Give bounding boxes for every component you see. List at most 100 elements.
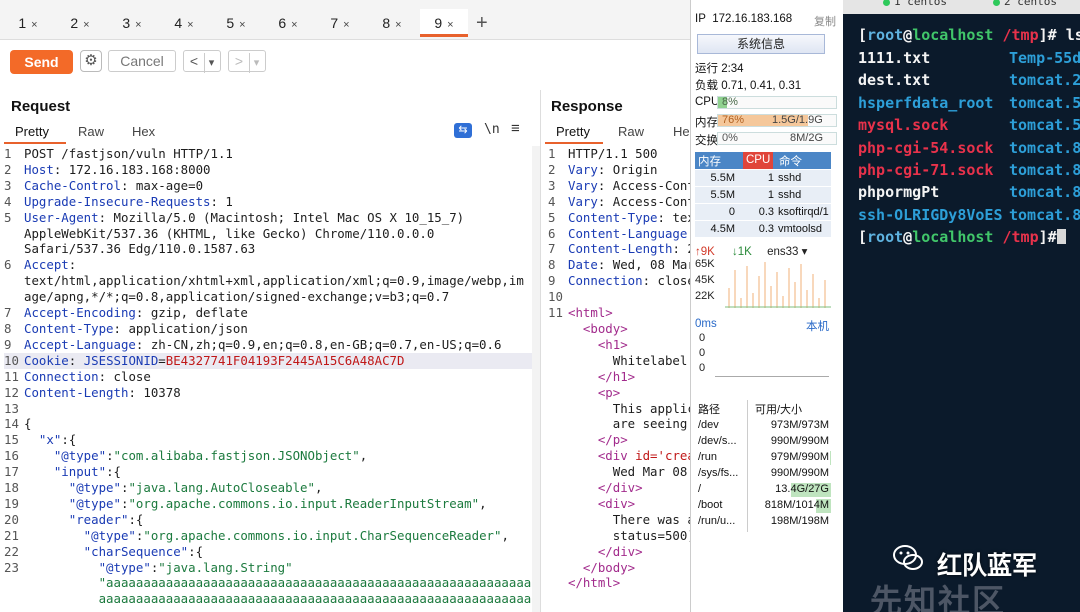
repeater-tab-6[interactable]: 6 × <box>264 9 312 37</box>
disk-row[interactable]: /run 979M/990M <box>695 450 831 466</box>
newline-toggle-icon[interactable]: \n <box>484 122 500 137</box>
code-line: Wed Mar 08 <box>548 464 690 480</box>
code-token: "@type" <box>24 495 121 511</box>
code-token: Vary <box>568 177 598 193</box>
code-token: "aaaaaaaaaaaaaaaaaaaaaaaaaaaaaaaaaaaaaaa… <box>24 575 532 591</box>
close-icon[interactable]: × <box>31 19 37 31</box>
response-tab-pretty[interactable]: Pretty <box>556 124 590 139</box>
close-icon[interactable]: × <box>83 19 89 31</box>
code-token: : <box>68 257 77 273</box>
code-token: : <box>106 448 114 464</box>
download-rate: ↓1K <box>732 246 752 258</box>
history-forward-button[interactable]: > ▾ <box>228 50 266 73</box>
repeater-tab-4[interactable]: 4 × <box>160 9 208 37</box>
request-editor[interactable]: 1 POST /fastjson/vuln HTTP/1.1 2 Host: 172.… <box>4 146 532 612</box>
code-token: : zh-CN,zh;q=0.9,en;q=0.8,en-GB;q=0.7,en… <box>135 336 502 352</box>
code-token: "org.apache.commons.io.input.ReaderInput… <box>128 495 480 511</box>
disk-path: / <box>698 483 702 495</box>
col-size[interactable]: 可用/大小 <box>755 401 802 417</box>
code-token: </div> <box>568 543 643 559</box>
disk-row[interactable]: /run/u... 198M/198M <box>695 514 831 530</box>
disk-row[interactable]: /dev/s... 990M/990M <box>695 434 831 450</box>
terminal-tab-2[interactable]: 2 centos <box>993 0 1057 8</box>
history-back-button[interactable]: < ▾ <box>183 50 221 73</box>
close-icon[interactable]: × <box>239 19 245 31</box>
system-info-button[interactable]: 系统信息 <box>697 34 825 54</box>
code-token: Content-Length <box>568 241 673 257</box>
repeater-tab-2[interactable]: 2 × <box>56 9 104 37</box>
code-line: 10 <box>548 289 690 305</box>
close-icon[interactable]: × <box>447 19 453 31</box>
code-token: </body> <box>568 559 636 575</box>
line-number: 2 <box>4 161 12 177</box>
disk-row[interactable]: /sys/fs... 990M/990M <box>695 466 831 482</box>
disk-row[interactable]: /dev 973M/973M <box>695 418 831 434</box>
cancel-button[interactable]: Cancel <box>108 50 176 72</box>
close-icon[interactable]: × <box>343 19 349 31</box>
copy-ip-button[interactable]: 复制 <box>814 13 836 29</box>
uptime: 运行 2:34 <box>695 63 744 75</box>
response-editor[interactable]: 1 HTTP/1.1 500 2 Vary: Origin 3 Vary: Access-… <box>548 146 690 612</box>
code-token: , <box>479 495 487 511</box>
col-cmd[interactable]: 命令 <box>779 153 802 169</box>
line-number: 4 <box>548 193 556 209</box>
send-button[interactable]: Send <box>10 50 73 74</box>
close-icon[interactable]: × <box>395 19 401 31</box>
ls-entry: tomcat.80 <box>1009 183 1080 202</box>
line-number: 2 <box>548 161 556 177</box>
code-token: HTTP/1.1 500 <box>568 146 658 161</box>
repeater-tab-9[interactable]: 9 × <box>420 9 468 37</box>
code-token: "input" <box>24 464 107 480</box>
disk-path: /dev <box>698 419 719 431</box>
response-tab-raw[interactable]: Raw <box>618 124 644 139</box>
terminal-panel[interactable]: 1 centos 2 centos [root@localhost /tmp]#… <box>843 0 1080 612</box>
menu-icon[interactable]: ≡ <box>511 120 520 137</box>
request-tab-raw[interactable]: Raw <box>78 124 104 139</box>
process-row[interactable]: 5.5M 1 sshd <box>695 187 831 204</box>
wrap-lines-icon[interactable]: ⇆ <box>454 123 472 138</box>
code-token: :{ <box>61 432 77 448</box>
repeater-tab-5[interactable]: 5 × <box>212 9 260 37</box>
repeater-tab-7[interactable]: 7 × <box>316 9 364 37</box>
repeater-tab-8[interactable]: 8 × <box>368 9 416 37</box>
col-mem[interactable]: 内存 <box>698 153 721 169</box>
network-header: ↑9K ↓1K ens33 ▾ <box>695 244 831 258</box>
close-icon[interactable]: × <box>187 19 193 31</box>
add-tab-button[interactable]: + <box>476 12 488 34</box>
tab-label: 6 <box>278 15 287 31</box>
close-icon[interactable]: × <box>291 19 297 31</box>
request-tab-pretty[interactable]: Pretty <box>15 124 49 139</box>
ls-entry: php-cgi-71.sock <box>858 161 994 179</box>
repeater-tab-3[interactable]: 3 × <box>108 9 156 37</box>
code-token: are seeing <box>568 416 688 432</box>
gear-icon[interactable]: ⚙ <box>80 50 102 72</box>
col-cpu[interactable]: CPU <box>743 152 774 169</box>
process-row[interactable]: 4.5M 0.3 vmtoolsd <box>695 221 831 238</box>
process-row[interactable]: 5.5M 1 sshd <box>695 170 831 187</box>
repeater-toolbar <box>0 40 690 84</box>
code-line: "aaaaaaaaaaaaaaaaaaaaaaaaaaaaaaaaaaaaaaa… <box>4 575 532 591</box>
pane-divider[interactable] <box>540 90 541 612</box>
disk-row[interactable]: / 13.4G/27G <box>695 482 831 498</box>
disk-size: 990M/990M <box>770 467 829 479</box>
response-tab-hex[interactable]: He <box>673 124 690 139</box>
network-interface-select[interactable]: ens33 ▾ <box>767 246 807 258</box>
repeater-tab-1[interactable]: 1 × <box>4 9 52 37</box>
request-tab-hex[interactable]: Hex <box>132 124 155 139</box>
disk-table-header: 路径 可用/大小 <box>695 400 831 416</box>
code-line: 23 "@type":"java.lang.String" <box>4 560 532 576</box>
line-number: 10 <box>4 352 19 368</box>
terminal-tab-1[interactable]: 1 centos <box>883 0 947 8</box>
terminal-prompt-line: [root@localhost /tmp]# ls <box>858 26 1080 44</box>
line-number: 9 <box>4 336 12 352</box>
close-icon[interactable]: × <box>135 19 141 31</box>
code-token: <body> <box>568 320 628 336</box>
disk-row[interactable]: /boot 818M/1014M <box>695 498 831 514</box>
col-path[interactable]: 路径 <box>698 401 720 417</box>
code-token: 'crea <box>657 448 690 464</box>
ls-entry: tomcat.80 <box>1009 138 1080 157</box>
code-token: : 1 <box>210 193 233 209</box>
request-scrollbar[interactable] <box>532 146 540 612</box>
code-token: aaaaaaaaaaaaaaaaaaaaaaaaaaaaaaaaaaaaaaaa… <box>24 607 532 612</box>
process-row[interactable]: 0 0.3 ksoftirqd/1 <box>695 204 831 221</box>
